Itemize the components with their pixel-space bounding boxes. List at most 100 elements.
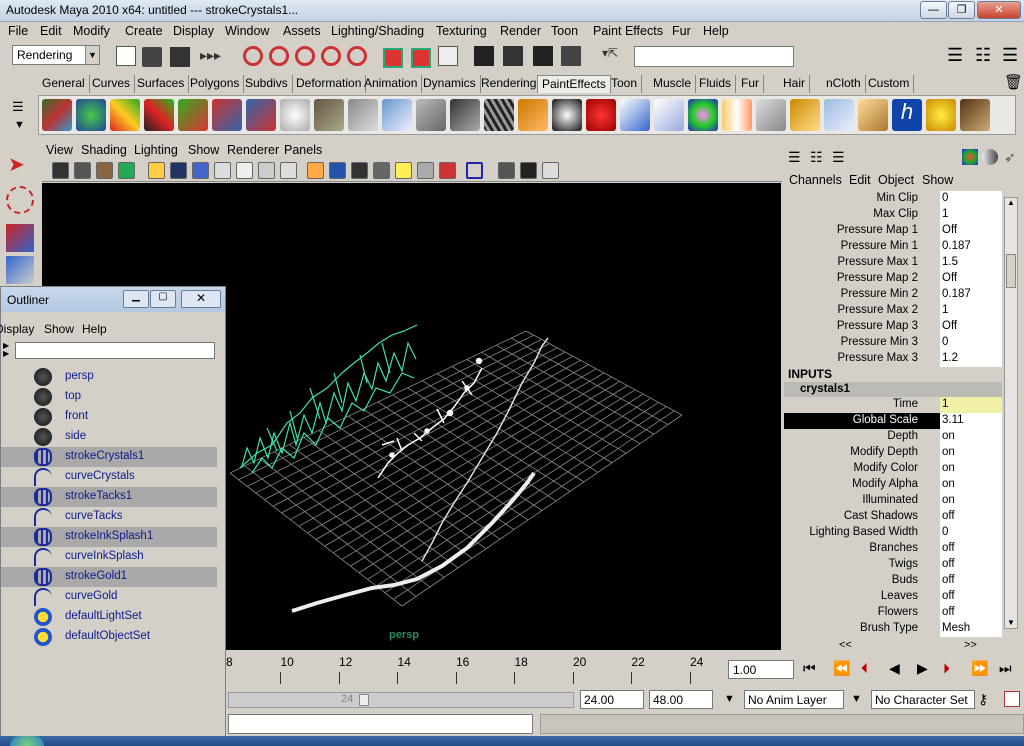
scroll-right-button[interactable]: >> xyxy=(964,639,977,651)
shadows-icon[interactable] xyxy=(417,162,434,179)
outliner-menu-help[interactable]: Help xyxy=(82,322,107,336)
grid-toggle-icon[interactable] xyxy=(148,162,165,179)
channel-value[interactable]: Mesh xyxy=(940,621,1002,637)
outliner-menu-display[interactable]: Display xyxy=(0,322,34,336)
tab-dynamics[interactable]: Dynamics xyxy=(419,75,481,93)
tab-subdivs[interactable]: Subdivs xyxy=(241,75,293,93)
range-start-field[interactable]: 24.00 xyxy=(580,690,644,709)
safe-title-icon[interactable] xyxy=(280,162,297,179)
outliner-item[interactable]: defaultObjectSet xyxy=(1,627,217,647)
channel-row[interactable]: Pressure Max 1 1.5 xyxy=(784,255,1002,271)
open-scene-icon[interactable] xyxy=(142,47,162,67)
paint-effects-tool-icon[interactable] xyxy=(42,99,72,131)
tool-settings-icon[interactable]: ☷ xyxy=(975,45,995,65)
input-field-icon[interactable]: ▾⇱ xyxy=(602,46,622,66)
channel-value[interactable]: 0.187 xyxy=(940,239,1002,255)
input-node-header[interactable]: crystals1 xyxy=(784,382,1002,397)
preferences-icon[interactable] xyxy=(1004,691,1020,707)
channel-row[interactable]: Depth on xyxy=(784,429,1002,445)
tab-toon[interactable]: Toon xyxy=(607,75,643,93)
tab-fluids[interactable]: Fluids xyxy=(695,75,737,93)
scroll-down-icon[interactable]: ▼ xyxy=(1007,618,1015,627)
scroll-up-icon[interactable]: ▲ xyxy=(1007,198,1015,207)
play-backward-icon[interactable]: ◀ xyxy=(889,660,900,677)
channel-row[interactable]: Pressure Min 1 0.187 xyxy=(784,239,1002,255)
panel-menu-view[interactable]: View xyxy=(46,143,73,157)
channel-row[interactable]: Pressure Min 2 0.187 xyxy=(784,287,1002,303)
menu-window[interactable]: Window xyxy=(225,24,269,38)
channel-value[interactable]: 3.11 xyxy=(940,413,1002,429)
channel-row[interactable]: Max Clip 1 xyxy=(784,207,1002,223)
channel-value[interactable]: on xyxy=(940,461,1002,477)
channel-value[interactable]: on xyxy=(940,477,1002,493)
outliner-item[interactable]: curveGold xyxy=(1,587,217,607)
outliner-item[interactable]: defaultLightSet xyxy=(1,607,217,627)
mel-input[interactable] xyxy=(228,714,533,734)
go-to-start-icon[interactable]: ⏮ xyxy=(803,660,816,677)
xray-components-icon[interactable] xyxy=(542,162,559,179)
safe-action-icon[interactable] xyxy=(258,162,275,179)
lighting-icon[interactable] xyxy=(395,162,412,179)
tab-ncloth[interactable]: nCloth xyxy=(822,75,866,93)
bookmark-icon[interactable] xyxy=(96,162,113,179)
channel-row[interactable]: Brush Type Mesh xyxy=(784,621,1002,637)
range-end-field[interactable]: 48.00 xyxy=(649,690,713,709)
chevron-down-icon[interactable]: ▼ xyxy=(724,693,735,705)
time-slider[interactable]: 8 10 12 14 16 18 20 22 24 xyxy=(226,652,749,688)
smooth-shade-icon[interactable] xyxy=(329,162,346,179)
pin-icon[interactable]: ➶ xyxy=(1004,149,1016,166)
brush-spiral-icon[interactable] xyxy=(926,99,956,131)
menu-texturing[interactable]: Texturing xyxy=(436,24,487,38)
channel-menu-show[interactable]: Show xyxy=(922,173,953,187)
outliner-item[interactable]: curveInkSplash xyxy=(1,547,217,567)
high-quality-icon[interactable] xyxy=(439,162,456,179)
channel-row[interactable]: Illuminated on xyxy=(784,493,1002,509)
panel-menu-lighting[interactable]: Lighting xyxy=(134,143,178,157)
step-back-icon[interactable]: ⏪ xyxy=(833,660,850,677)
channel-row[interactable]: Pressure Map 3 Off xyxy=(784,319,1002,335)
minimize-icon[interactable]: ▁ xyxy=(123,290,149,308)
outliner-item[interactable]: strokeGold1 xyxy=(1,567,217,587)
channel-row[interactable]: Pressure Map 1 Off xyxy=(784,223,1002,239)
channel-value[interactable]: off xyxy=(940,509,1002,525)
brush-curve-icon[interactable] xyxy=(212,99,242,131)
channel-value[interactable]: on xyxy=(940,445,1002,461)
manipulator-icon[interactable] xyxy=(962,149,978,165)
channel-menu-object[interactable]: Object xyxy=(878,173,914,187)
tab-custom[interactable]: Custom xyxy=(864,75,915,93)
channel-row[interactable]: Branches off xyxy=(784,541,1002,557)
camera-select-icon[interactable] xyxy=(52,162,69,179)
character-set-field[interactable]: No Character Set xyxy=(871,690,975,709)
menu-modify[interactable]: Modify xyxy=(73,24,110,38)
channel-row[interactable]: Twigs off xyxy=(784,557,1002,573)
channel-row[interactable]: Time 1 xyxy=(784,397,1002,413)
channel-value[interactable]: Off xyxy=(940,223,1002,239)
menuset-dropdown[interactable]: Rendering ▼ xyxy=(12,45,100,65)
brush-hair-icon[interactable] xyxy=(484,99,514,131)
output-icon[interactable] xyxy=(411,48,431,68)
lasso-tool-icon[interactable] xyxy=(6,186,34,214)
outliner-item[interactable]: persp xyxy=(1,367,217,387)
menu-render[interactable]: Render xyxy=(500,24,541,38)
snap-live-icon[interactable] xyxy=(347,46,367,66)
channel-row[interactable]: Modify Color on xyxy=(784,461,1002,477)
tab-fur[interactable]: Fur xyxy=(737,75,764,93)
channel-menu-edit[interactable]: Edit xyxy=(849,173,871,187)
channel-row[interactable]: Global Scale 3.11 xyxy=(784,413,1002,429)
tab-surfaces[interactable]: Surfaces xyxy=(133,75,190,93)
tab-hair[interactable]: Hair xyxy=(779,75,811,93)
teapot-icon[interactable] xyxy=(280,99,310,131)
maximize-icon[interactable]: ▢ xyxy=(150,290,176,308)
outliner-item[interactable]: curveTacks xyxy=(1,507,217,527)
channel-row[interactable]: Pressure Map 2 Off xyxy=(784,271,1002,287)
channel-horizontal-scroll[interactable]: << >> xyxy=(784,639,1024,651)
quick-select-input[interactable] xyxy=(634,46,794,67)
brush-wood-icon[interactable] xyxy=(518,99,548,131)
menu-toon[interactable]: Toon xyxy=(551,24,578,38)
history-icon[interactable] xyxy=(383,48,403,68)
scroll-left-button[interactable]: << xyxy=(839,639,852,651)
channel-value[interactable]: 1 xyxy=(940,207,1002,223)
channel-value[interactable]: 0 xyxy=(940,191,1002,207)
outliner-item[interactable]: strokeTacks1 xyxy=(1,487,217,507)
brush-grass-icon[interactable] xyxy=(756,99,786,131)
